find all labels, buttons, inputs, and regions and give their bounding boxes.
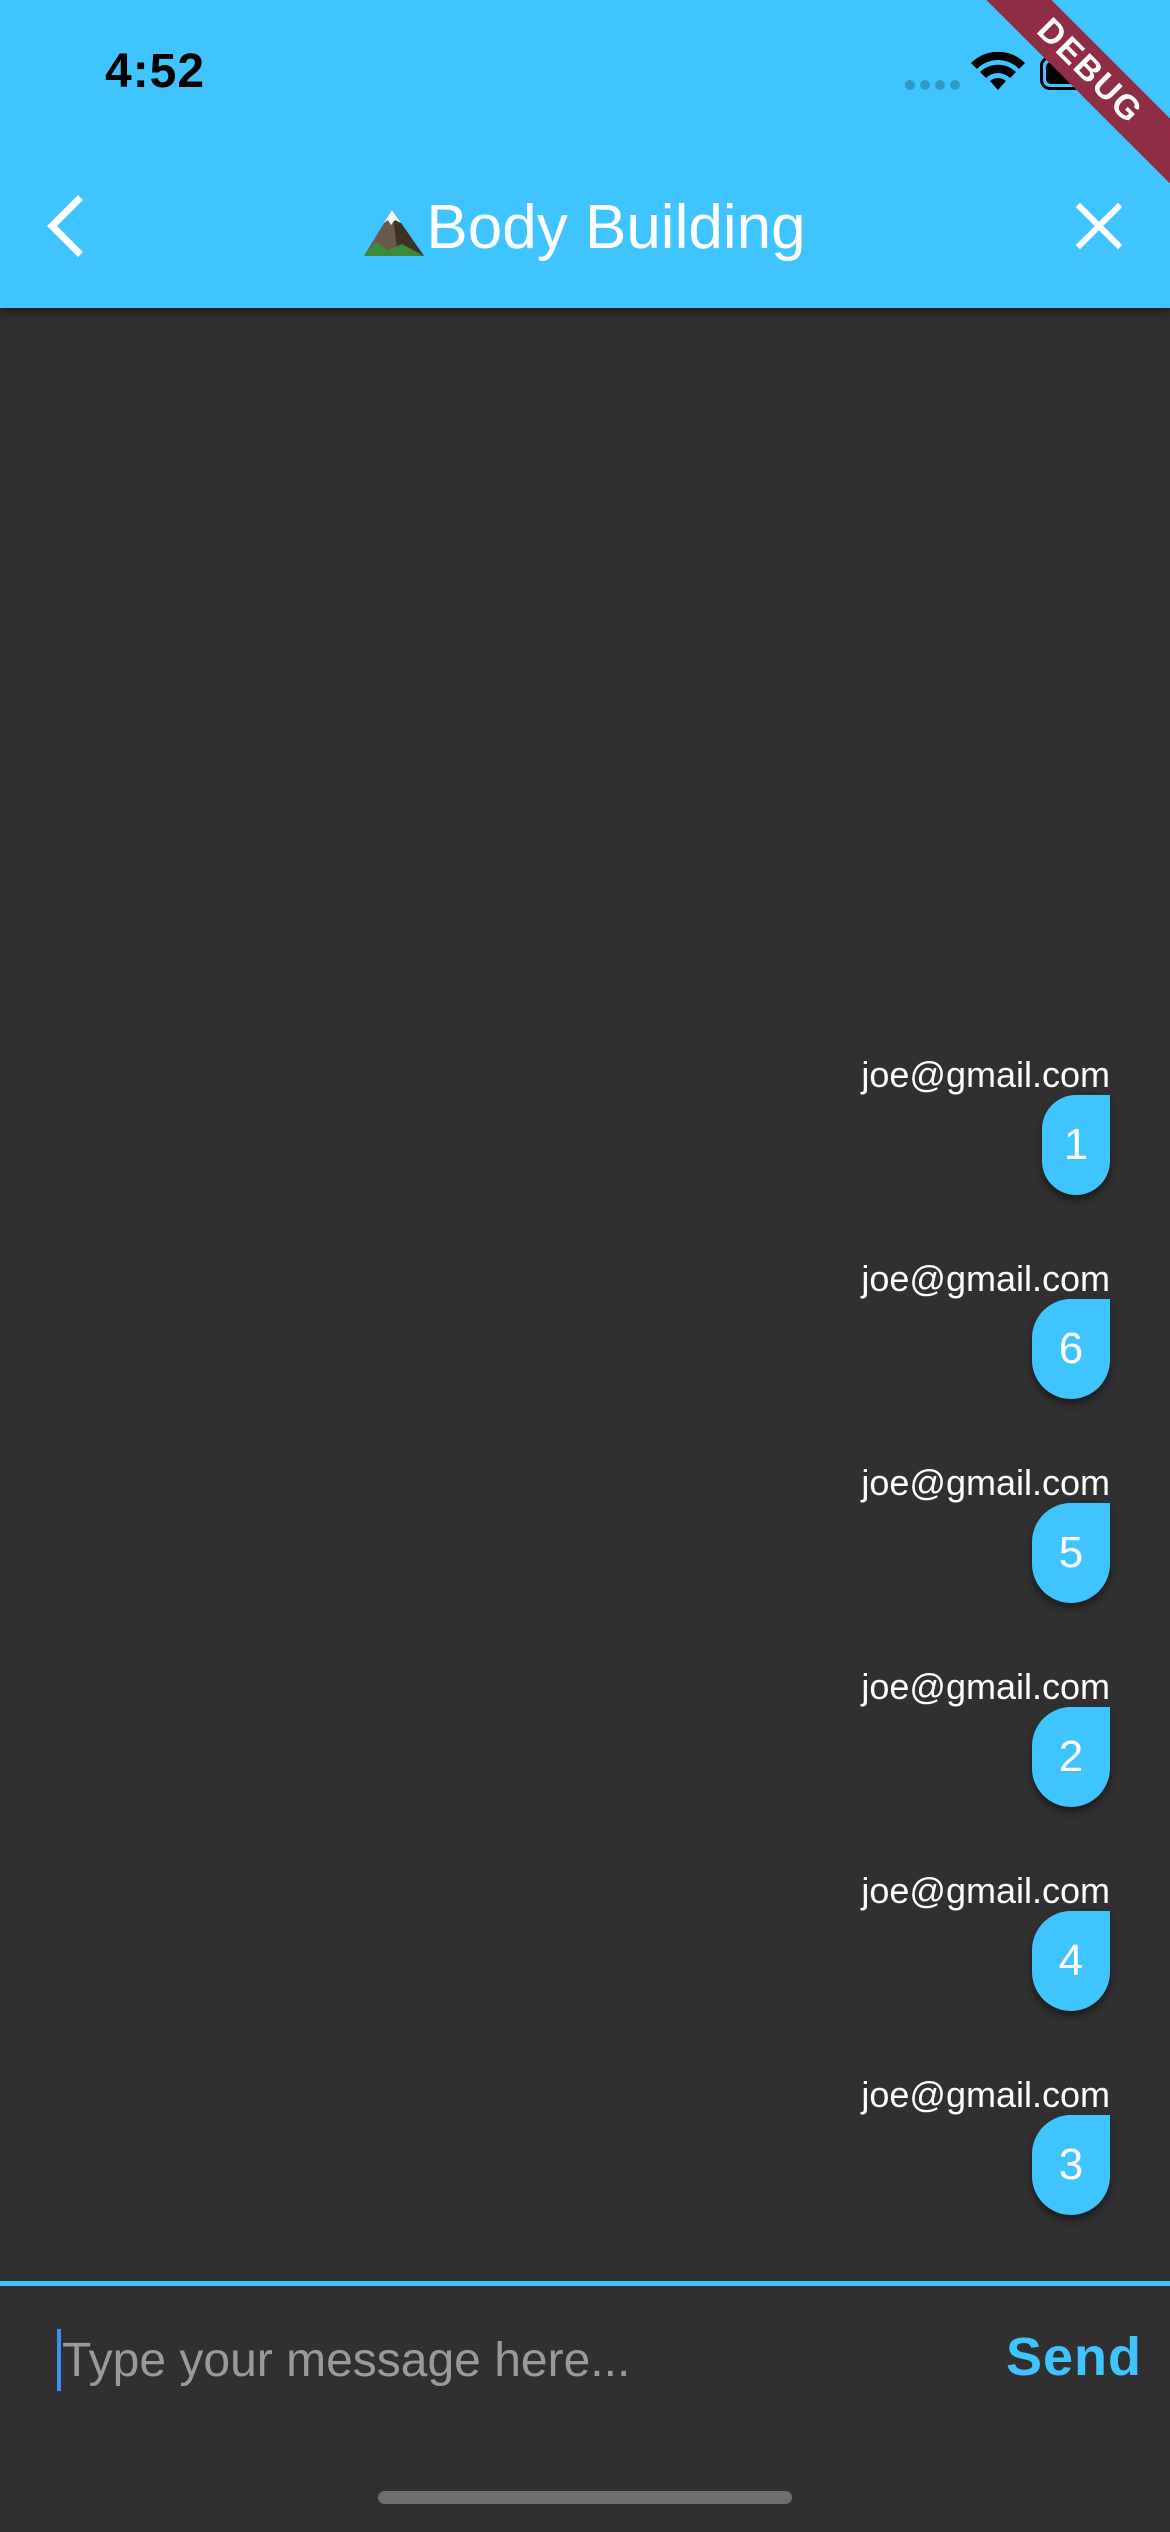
app-bar-title: Body Building <box>0 184 1170 270</box>
message-item: joe@gmail.com 1 <box>710 1053 1110 1203</box>
message-bubble[interactable]: 4 <box>1032 1911 1110 2011</box>
wifi-icon <box>971 52 1025 90</box>
mountain-emoji <box>364 210 425 256</box>
battery-cap <box>1108 66 1113 80</box>
message-input[interactable] <box>62 2320 962 2400</box>
send-button[interactable]: Send <box>1006 2326 1142 2388</box>
message-bubble[interactable]: 3 <box>1032 2115 1110 2215</box>
message-bubble[interactable]: 5 <box>1032 1503 1110 1603</box>
close-button[interactable] <box>1064 186 1134 266</box>
message-item: joe@gmail.com 2 <box>710 1665 1110 1815</box>
message-bubble[interactable]: 6 <box>1032 1299 1110 1399</box>
message-sender: joe@gmail.com <box>861 1870 1110 1911</box>
close-icon <box>1075 202 1123 250</box>
message-item: joe@gmail.com 3 <box>710 2073 1110 2223</box>
message-sender: joe@gmail.com <box>861 2074 1110 2115</box>
page-title: Body Building <box>426 192 806 262</box>
message-bubble[interactable]: 1 <box>1042 1095 1110 1195</box>
cellular-signal-icon <box>905 78 961 90</box>
message-sender: joe@gmail.com <box>861 1666 1110 1707</box>
message-list[interactable]: joe@gmail.com 1 joe@gmail.com 6 joe@gmai… <box>0 308 1170 2281</box>
message-item: joe@gmail.com 5 <box>710 1461 1110 1611</box>
text-caret <box>57 2329 61 2391</box>
message-item: joe@gmail.com 4 <box>710 1869 1110 2019</box>
message-bubble[interactable]: 2 <box>1032 1707 1110 1807</box>
message-sender: joe@gmail.com <box>861 1054 1110 1095</box>
app-header: 4:52 Body Building <box>0 0 1170 308</box>
home-indicator[interactable] <box>378 2491 792 2504</box>
status-time: 4:52 <box>105 45 206 98</box>
message-item: joe@gmail.com 6 <box>710 1257 1110 1407</box>
battery-icon <box>1040 56 1106 90</box>
message-sender: joe@gmail.com <box>861 1258 1110 1299</box>
message-sender: joe@gmail.com <box>861 1462 1110 1503</box>
